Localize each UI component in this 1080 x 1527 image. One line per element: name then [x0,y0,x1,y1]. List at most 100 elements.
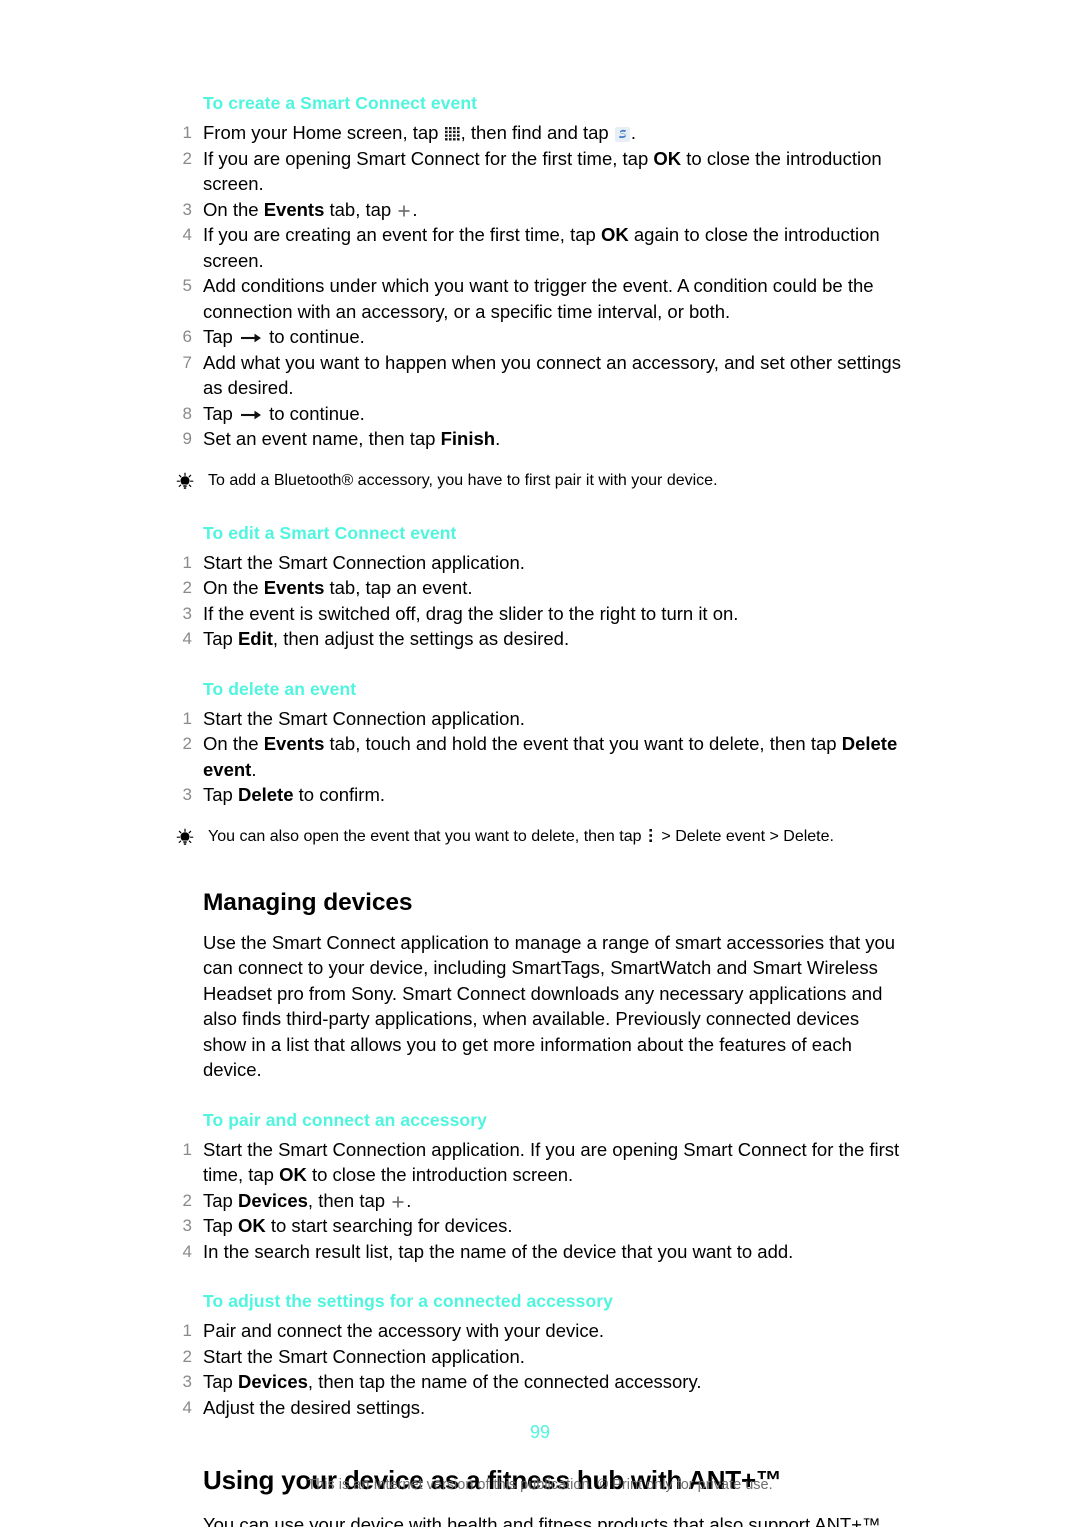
step-number: 1 [182,1321,192,1340]
steps-adjust-settings-connected-accessory: 1 Pair and connect the accessory with you… [175,1318,905,1420]
paragraph-ant-plus: You can use your device with health and … [203,1514,881,1527]
step-text: Start the Smart Connection application. [203,551,525,573]
emphasis-text: OK [279,1164,307,1185]
paragraph-managing-devices: Use the Smart Connect application to man… [203,931,896,1081]
step-number: 6 [182,327,192,346]
step-number: 7 [182,352,192,372]
step-number: 1 [182,708,192,728]
step-number: 3 [182,1372,192,1391]
step-item: 2 On the Events tab, touch and hold the e… [175,731,905,782]
tip-delete-via-menu: You can also open the event that you wan… [175,826,905,848]
emphasis-text: Edit [237,628,273,649]
emphasis-text: OK [653,147,682,169]
step-item: 7 Add what you want to happen when you co… [175,350,905,401]
step-item: 3 Tap Devices, then tap the name of the c… [175,1369,905,1395]
heading-edit-smart-connect-event: To edit a Smart Connect event [203,522,457,543]
step-item: 4 Tap Edit, then adjust the settings as d… [175,626,905,652]
page-number: 99 [529,1422,551,1442]
arrow-right-icon [240,403,262,419]
tip-text: To add a Bluetooth® accessory, you have … [208,471,718,489]
step-number: 3 [182,1216,192,1235]
step-text: In the search result list, tap the name … [203,1240,794,1262]
step-item: 5 Add conditions under which you want to … [175,273,905,324]
emphasis-text: OK [600,224,629,245]
emphasis-text: Events [263,733,325,754]
step-number: 3 [182,603,192,623]
arrow-right-icon [240,326,262,343]
step-text: On the Events tab, tap . [203,198,418,220]
step-item: 8 Tap to continue. [175,401,905,427]
heading-create-smart-connect-event: To create a Smart Connect event [203,93,478,113]
step-item: 1 From your Home screen, tap , then find … [175,120,905,146]
step-text: Tap to continue. [203,326,365,347]
step-item: 2 Start the Smart Connection application. [175,1344,905,1370]
step-item: 3 If the event is switched off, drag the … [175,601,905,627]
emphasis-text: Devices [237,1189,308,1211]
step-item: 3 Tap Delete to confirm. [175,782,905,808]
step-text: Tap Devices, then tap the name of the co… [203,1371,702,1392]
step-number: 4 [182,1241,192,1261]
plus-icon [391,1190,405,1207]
step-item: 1 Start the Smart Connection application. [175,706,905,732]
step-item: 1 Start the Smart Connection application.… [175,1137,905,1188]
step-text: Set an event name, then tap Finish. [203,428,501,449]
tip-text: You can also open the event that you wan… [208,827,834,845]
steps-pair-and-connect-accessory: 1 Start the Smart Connection application.… [175,1137,905,1265]
step-item: 4 Adjust the desired settings. [175,1395,905,1421]
plus-icon [397,199,411,216]
step-number: 2 [182,578,192,597]
step-text: Tap Devices, then tap . [203,1189,412,1211]
tip-bluetooth-pairing: To add a Bluetooth® accessory, you have … [175,470,905,492]
step-item: 2 If you are opening Smart Connect for th… [175,146,905,197]
emphasis-text: Events [263,198,325,220]
step-number: 1 [182,123,192,142]
step-text: Adjust the desired settings. [203,1396,426,1418]
step-item: 2 Tap Devices, then tap . [175,1188,905,1214]
step-item: 3 On the Events tab, tap . [175,197,905,223]
emphasis-text: Finish [440,428,496,449]
step-number: 1 [182,1139,192,1159]
step-number: 8 [182,403,192,423]
step-text: Add conditions under which you want to t… [203,275,874,322]
step-item: 3 Tap OK to start searching for devices. [175,1213,905,1239]
overflow-menu-icon [648,828,654,843]
step-item: 9 Set an event name, then tap Finish. [175,426,905,452]
step-number: 9 [182,429,192,448]
step-text: If the event is switched off, drag the s… [203,602,739,624]
step-item: 4 If you are creating an event for the fi… [175,222,905,273]
step-text: Tap Edit, then adjust the settings as de… [203,628,570,649]
lightbulb-tip-icon [175,472,195,492]
step-text: Tap Delete to confirm. [203,784,385,805]
step-text: Start the Smart Connection application. [203,1345,525,1367]
step-item: 2 On the Events tab, tap an event. [175,575,905,601]
manual-page: To create a Smart Connect event 1 From yo… [0,0,1080,1527]
step-number: 4 [182,629,192,648]
step-number: 2 [182,1346,192,1366]
steps-delete-an-event: 1 Start the Smart Connection application.… [175,706,905,808]
step-item: 4 In the search result list, tap the name… [175,1239,905,1265]
step-item: 6 Tap to continue. [175,324,905,350]
step-item: 1 Start the Smart Connection application. [175,550,905,576]
smart-connect-icon [614,123,630,142]
step-text: Tap OK to start searching for devices. [203,1215,513,1236]
footer-copyright-note: This is an Internet version of this publ… [307,1477,773,1493]
emphasis-text: Events [263,577,325,598]
step-text: Add what you want to happen when you con… [203,351,901,399]
step-text: If you are creating an event for the fir… [203,224,880,271]
step-number: 5 [182,276,192,295]
step-text: Start the Smart Connection application. [203,707,525,729]
step-number: 2 [182,1190,192,1210]
steps-edit-smart-connect-event: 1 Start the Smart Connection application.… [175,550,905,652]
emphasis-text: OK [237,1215,266,1236]
step-number: 3 [182,785,192,804]
heading-pair-and-connect-accessory: To pair and connect an accessory [203,1109,487,1130]
step-text: Pair and connect the accessory with your… [203,1320,605,1341]
app-grid-icon [444,122,460,141]
heading-managing-devices: Managing devices [203,888,413,916]
steps-create-smart-connect-event: 1 From your Home screen, tap , then find … [175,120,905,452]
step-text: On the Events tab, touch and hold the ev… [203,733,898,780]
step-number: 4 [182,1397,192,1417]
step-text: If you are opening Smart Connect for the… [203,147,882,195]
step-number: 4 [182,225,192,244]
step-number: 2 [182,148,192,168]
